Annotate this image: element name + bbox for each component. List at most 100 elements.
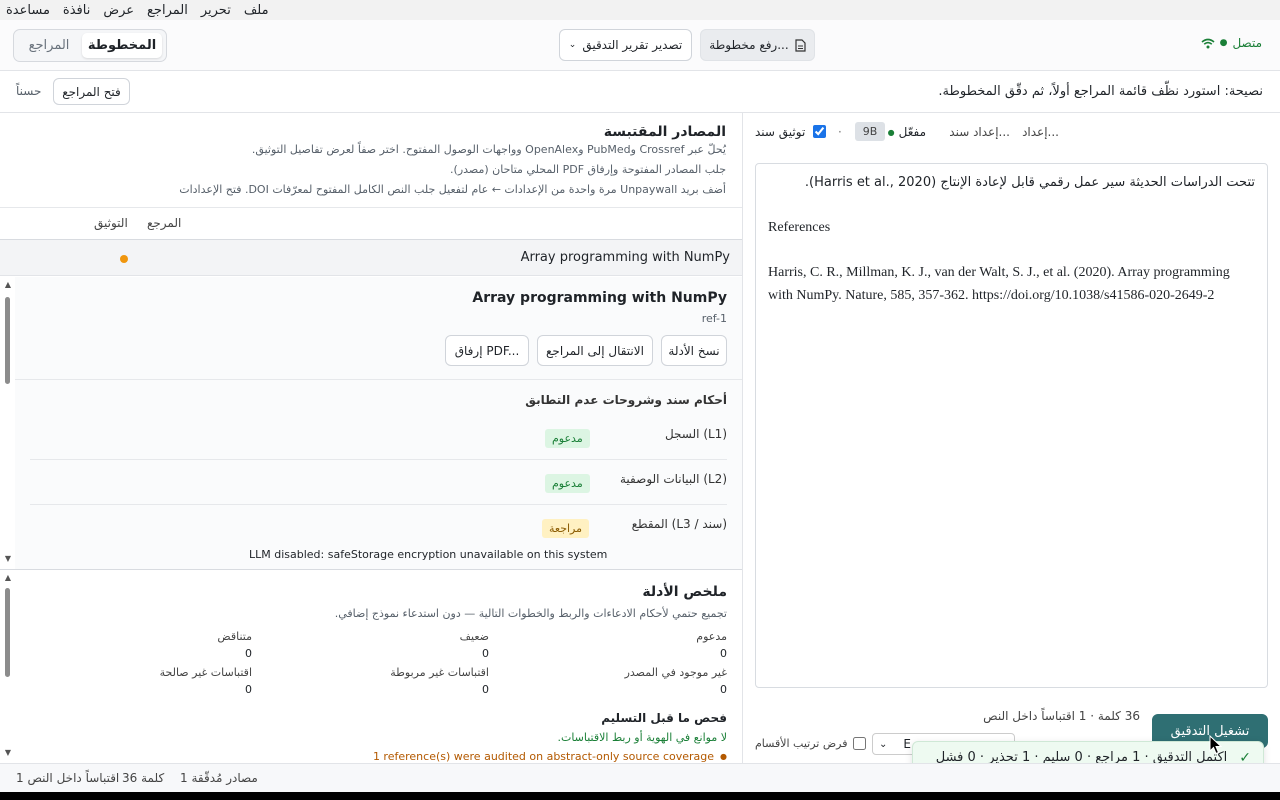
status-dot-icon: ● — [1219, 38, 1228, 48]
bullet-icon: ● — [720, 752, 727, 761]
wifi-icon — [1201, 38, 1215, 48]
app-window: ملف تحرير المراجع عرض نافذة مساعدة ● متص… — [0, 0, 1280, 792]
stat-invalid-label: اقتباسات غير صالحة — [159, 666, 252, 679]
go-to-references-button[interactable]: الانتقال إلى المراجع — [537, 335, 653, 366]
chevron-down-icon: ⌄ — [568, 40, 577, 50]
menu-view[interactable]: عرض — [103, 3, 134, 18]
table-row[interactable]: Array programming with NumPy — [0, 240, 742, 276]
sources-desc-2: جلب المصادر المفتوحة وإرفاق PDF المحلي م… — [450, 163, 726, 176]
menu-window[interactable]: نافذة — [63, 3, 90, 18]
style-select-value: E — [903, 737, 911, 751]
editor-references-heading: References — [768, 220, 831, 235]
verdict-label: المقطع (L3 / سند) — [631, 517, 727, 531]
stat-not-in-source-label: غير موجود في المصدر — [624, 666, 727, 679]
verdict-row: البيانات الوصفية (L2) مدعوم — [30, 465, 727, 505]
verdict-status-badge: مدعوم — [545, 429, 590, 448]
col-reference-header: المرجع — [147, 216, 182, 230]
stat-invalid-value: 0 — [245, 683, 252, 696]
enabled-label: مفعّل — [898, 125, 926, 139]
stat-unlinked-label: اقتباسات غير مربوطة — [390, 666, 489, 679]
detail-title: Array programming with NumPy — [472, 290, 727, 306]
export-report-button[interactable]: تصدير تقرير التدقيق ⌄ — [559, 29, 692, 61]
col-verification-header: التوثيق — [94, 216, 128, 230]
verdict-status-badge: مدعوم — [545, 474, 590, 493]
sources-desc-3: أضف بريد Unpaywall مرة واحدة من الإعدادا… — [179, 183, 726, 196]
precheck-warning: 1 reference(s) were audited on abstract-… — [373, 750, 727, 763]
scroll-down-arrow[interactable]: ▼ — [3, 554, 13, 563]
tab-manuscript[interactable]: المخطوطة — [82, 33, 162, 58]
scroll-up-arrow[interactable]: ▲ — [3, 573, 13, 582]
scroll-down-arrow[interactable]: ▼ — [3, 748, 13, 757]
detail-scrollbar[interactable] — [5, 297, 10, 384]
llm-note: LLM disabled: safeStorage encryption una… — [249, 548, 608, 561]
enforce-order-label: فرض ترتيب الأقسام — [755, 737, 848, 750]
panel-divider — [742, 113, 743, 763]
menu-file[interactable]: ملف — [244, 3, 269, 18]
attach-pdf-button[interactable]: إرفاق PDF... — [445, 335, 529, 366]
sources-title: المصادر المقتبسة — [603, 124, 726, 140]
separator-dot: · — [838, 125, 842, 139]
menu-help[interactable]: مساعدة — [6, 3, 50, 18]
enabled-dot-icon: ● — [887, 127, 895, 137]
tip-bar: نصيحة: استورد نظّف قائمة المراجع أولاً، … — [0, 71, 1280, 113]
stat-supported-label: مدعوم — [696, 630, 727, 643]
menu-references[interactable]: المراجع — [147, 3, 188, 18]
setup-sanad-link[interactable]: إعداد سند... — [949, 125, 1010, 139]
stat-contradicted-label: متناقض — [217, 630, 252, 643]
status-bar: 1 اقتباساً داخل النص 36 كلمة 1 مصادر مُد… — [0, 763, 1280, 792]
stat-unlinked-value: 0 — [482, 683, 489, 696]
menu-bar: ملف تحرير المراجع عرض نافذة مساعدة — [0, 0, 1280, 20]
open-references-button[interactable]: فتح المراجع — [53, 78, 130, 105]
stat-not-in-source-value: 0 — [720, 683, 727, 696]
verdict-label: السجل (L1) — [664, 427, 727, 441]
detail-separator — [15, 379, 742, 380]
verdicts-title: أحكام سند وشروحات عدم التطابق — [525, 393, 727, 407]
sources-desc-1: يُحلّ عبر Crossref وPubMed وOpenAlex ووا… — [251, 143, 726, 156]
header-separator — [0, 207, 742, 208]
footer-words: 36 كلمة — [122, 771, 165, 785]
manuscript-editor[interactable]: تتحت الدراسات الحديثة سير عمل رقمي قابل … — [755, 163, 1268, 688]
precheck-title: فحص ما قبل التسليم — [601, 711, 727, 725]
summary-scrollbar[interactable] — [5, 588, 10, 677]
right-toolbar: إعداد... إعداد سند... ● مفعّل 9B · توثيق… — [743, 113, 1280, 151]
mouse-cursor-icon — [1209, 735, 1223, 755]
summary-title: ملخص الأدلة — [642, 584, 727, 600]
copy-evidence-button[interactable]: نسخ الأدلة — [661, 335, 727, 366]
setup-link[interactable]: إعداد... — [1022, 125, 1059, 139]
top-bar: ● متصل رفع مخطوطة... تصدير تقرير التدقيق… — [0, 20, 1280, 71]
dismiss-ok-link[interactable]: حسناً — [16, 84, 41, 98]
table-row-title: Array programming with NumPy — [520, 250, 730, 265]
enforce-order-checkbox[interactable] — [852, 737, 866, 750]
verdict-row: المقطع (L3 / سند) مراجعة LLM disabled: s… — [30, 510, 727, 564]
summary-desc: تجميع حتمي لأحكام الادعاءات والربط والخط… — [334, 607, 727, 620]
chevron-down-icon: ⌄ — [879, 738, 888, 750]
tip-text: نصيحة: استورد نظّف قائمة المراجع أولاً، … — [938, 84, 1263, 99]
stat-weak-label: ضعيف — [459, 630, 489, 643]
verify-sanad-checkbox[interactable] — [813, 125, 826, 138]
verdict-row: السجل (L1) مدعوم — [30, 420, 727, 460]
stat-contradicted-value: 0 — [245, 647, 252, 660]
upload-label: رفع مخطوطة... — [709, 38, 789, 52]
footer-citations: 1 اقتباساً داخل النص — [16, 771, 120, 785]
editor-paragraph: تتحت الدراسات الحديثة سير عمل رقمي قابل … — [804, 175, 1255, 190]
document-icon — [795, 38, 806, 52]
verdict-status-badge: مراجعة — [542, 519, 590, 538]
verification-status-dot — [120, 255, 128, 263]
menu-edit[interactable]: تحرير — [201, 3, 231, 18]
enforce-order-option: فرض ترتيب الأقسام — [755, 737, 866, 750]
verdict-label: البيانات الوصفية (L2) — [620, 472, 727, 486]
precheck-warning-text: 1 reference(s) were audited on abstract-… — [372, 750, 715, 763]
reference-detail-panel: Array programming with NumPy ref-1 نسخ ا… — [15, 277, 742, 569]
view-toggle: المخطوطة المراجع — [13, 29, 167, 62]
word-count: 36 كلمة · 1 اقتباساً داخل النص — [983, 709, 1140, 723]
upload-manuscript-button[interactable]: رفع مخطوطة... — [700, 29, 815, 61]
detail-ref-id: ref-1 — [701, 312, 727, 325]
sources-header: المصادر المقتبسة يُحلّ عبر Crossref وPub… — [0, 113, 742, 207]
enabled-status: ● مفعّل — [888, 125, 926, 139]
scroll-up-arrow[interactable]: ▲ — [3, 280, 13, 289]
tab-references[interactable]: المراجع — [18, 33, 80, 58]
stat-weak-value: 0 — [482, 647, 489, 660]
editor-reference-line-2: with NumPy. Nature, 585, 357-362. https:… — [768, 288, 1215, 303]
size-badge: 9B — [855, 122, 885, 141]
footer-sources: 1 مصادر مُدقّقة — [180, 771, 258, 785]
